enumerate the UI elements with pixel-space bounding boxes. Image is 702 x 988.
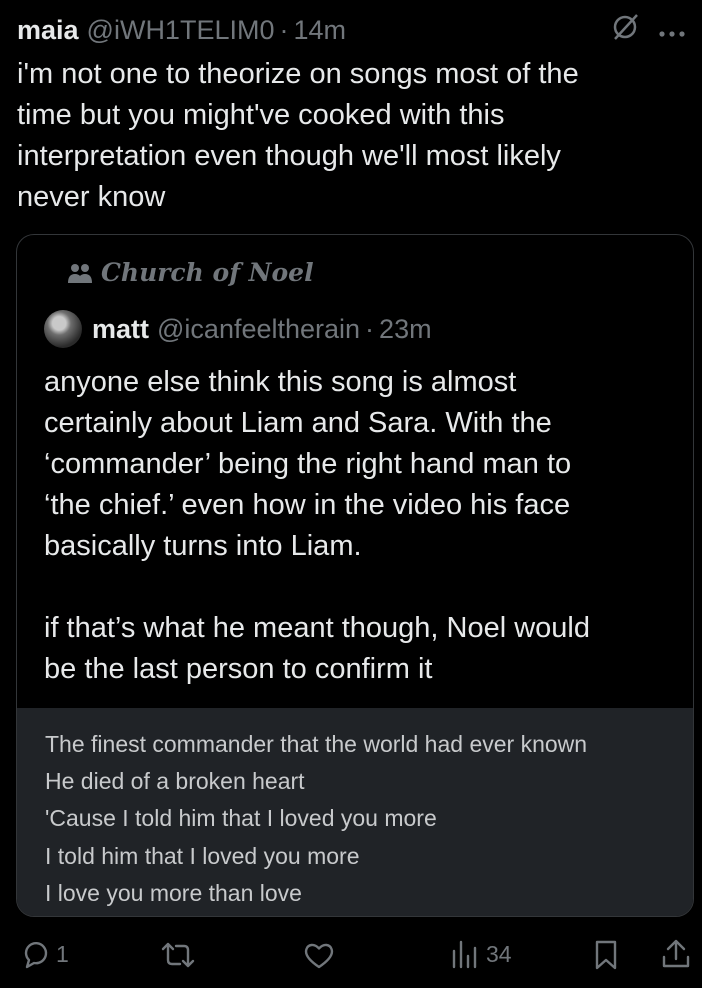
bookmark-button[interactable] <box>592 939 620 971</box>
avatar[interactable] <box>44 310 82 348</box>
reply-icon <box>24 942 48 969</box>
like-button[interactable] <box>303 940 335 970</box>
views-count: 34 <box>486 940 512 967</box>
reply-button[interactable]: 1 <box>20 938 69 970</box>
action-bar: 1 34 <box>0 936 702 976</box>
quoted-tweet-header: matt @icanfeeltherain · 23m <box>44 309 432 349</box>
grok-icon[interactable] <box>610 12 640 49</box>
author-name[interactable]: maia <box>17 15 79 46</box>
lyric-line: I love you more than love <box>45 880 302 906</box>
lyric-line: He died of a broken heart <box>45 768 305 794</box>
quoted-author-name[interactable]: matt <box>92 314 149 345</box>
repost-button[interactable] <box>160 940 196 970</box>
views-icon <box>452 940 477 969</box>
separator-dot: · <box>365 313 375 344</box>
lyrics-card[interactable]: The finest commander that the world had … <box>17 708 693 916</box>
header-actions <box>610 12 686 48</box>
lyric-line: The finest commander that the world had … <box>45 731 588 757</box>
tweet-time[interactable]: 14m <box>293 15 346 46</box>
lyric-line: I told him that I loved you more <box>45 843 360 869</box>
quoted-author-handle[interactable]: @icanfeeltherain <box>157 314 360 345</box>
separator-dot: · <box>279 14 289 45</box>
repost-icon <box>161 942 195 968</box>
bookmark-icon <box>595 940 617 970</box>
lyric-line: 'Cause I told him that I loved you more <box>45 805 437 831</box>
tweet-text: i'm not one to theorize on songs most of… <box>17 58 579 213</box>
more-icon[interactable] <box>658 15 686 46</box>
views-button[interactable]: 34 <box>450 938 512 970</box>
community-icon <box>68 263 92 283</box>
share-icon <box>662 939 690 968</box>
heart-icon <box>304 943 334 969</box>
quoted-tweet-time[interactable]: 23m <box>379 314 432 345</box>
share-button[interactable] <box>660 938 692 970</box>
quoted-tweet-text: anyone else think this song is almost ce… <box>44 366 590 685</box>
author-handle[interactable]: @iWH1TELIM0 <box>87 15 275 46</box>
tweet-header: maia @iWH1TELIM0 · 14m <box>17 12 686 48</box>
community-name: Church of Noel <box>101 258 314 287</box>
community-label[interactable]: Church of Noel <box>67 258 314 287</box>
reply-count: 1 <box>56 940 69 967</box>
